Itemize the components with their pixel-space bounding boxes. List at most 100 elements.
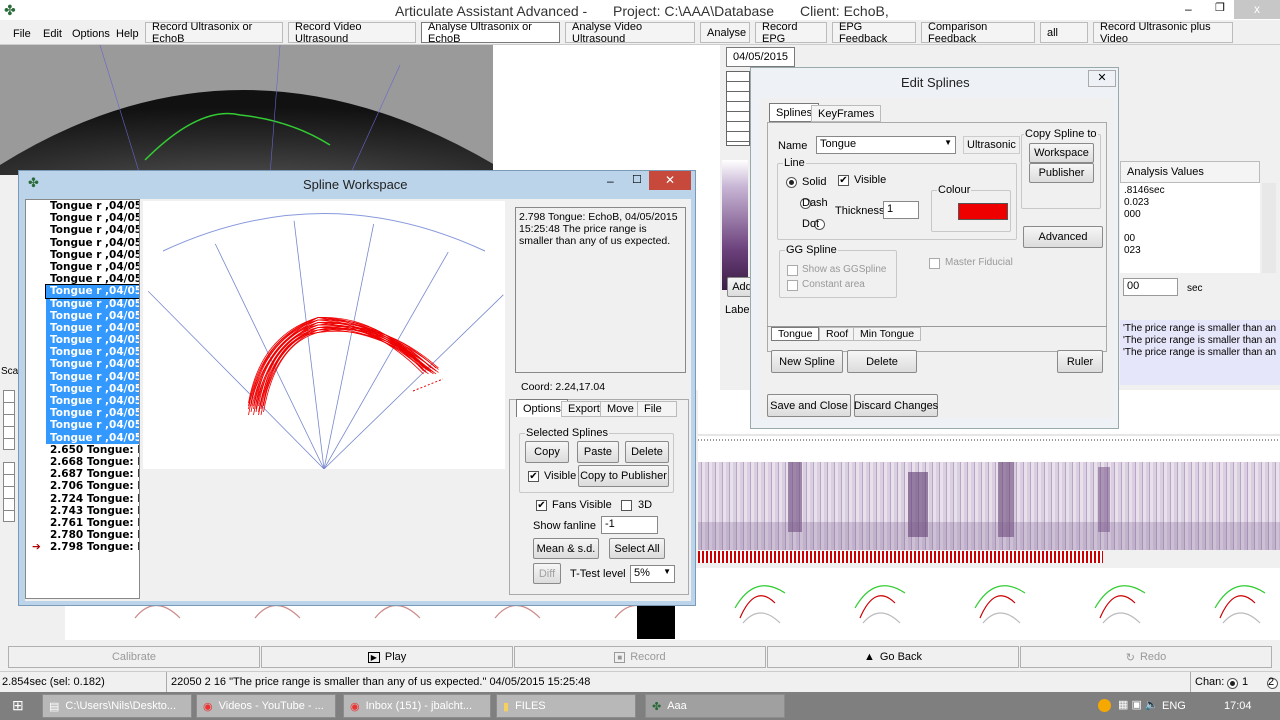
spline-list-item-selected[interactable]: Tongue r ,04/05.: [46, 419, 139, 432]
tab-all[interactable]: all: [1040, 22, 1088, 43]
taskbar-aaa[interactable]: ✤ Aaa: [645, 694, 785, 718]
tab-move[interactable]: Move: [600, 401, 641, 417]
spline-canvas[interactable]: [143, 201, 505, 470]
save-and-close-button[interactable]: Save and Close: [767, 394, 851, 417]
notes-list[interactable]: 'The price range is smaller than an 'The …: [1120, 320, 1280, 385]
tab-record-epg[interactable]: Record EPG: [755, 21, 827, 45]
record-button[interactable]: ■ Record: [514, 646, 766, 668]
spline-list-item[interactable]: 2.706 Tongue: Ec: [26, 480, 139, 492]
spline-list-item[interactable]: 2.798 Tongue: Ec➔: [26, 541, 139, 553]
tab-roof[interactable]: Roof: [819, 327, 856, 341]
redo-button[interactable]: ↻ Redo: [1020, 646, 1272, 668]
menu-file[interactable]: File: [13, 28, 31, 40]
spline-list-item-selected[interactable]: Tongue r ,04/05.: [46, 321, 139, 335]
spline-list-item[interactable]: 2.743 Tongue: Ec: [26, 505, 139, 517]
name-select[interactable]: Tongue ▼: [816, 136, 956, 154]
scale-buttons-upper[interactable]: [3, 390, 15, 450]
menu-options[interactable]: Options: [72, 28, 110, 40]
3d-checkbox[interactable]: [621, 500, 632, 511]
publisher-button[interactable]: Publisher: [1029, 163, 1094, 183]
tab-keyframes[interactable]: KeyFrames: [811, 105, 882, 122]
fanline-spinner[interactable]: -1: [601, 516, 658, 534]
constant-area-checkbox[interactable]: [787, 280, 798, 291]
visible-checkbox[interactable]: ✔: [528, 471, 539, 482]
spline-list-item[interactable]: Tongue r ,04/05.: [26, 249, 139, 261]
close-icon[interactable]: ✕: [649, 171, 691, 190]
paste-button[interactable]: Paste: [577, 441, 619, 463]
spline-list-item-selected[interactable]: Tongue r ,04/05.: [46, 431, 139, 444]
spline-list-item-selected[interactable]: Tongue r ,04/05.: [46, 382, 139, 395]
tab-min-tongue[interactable]: Min Tongue: [853, 327, 922, 341]
spline-list-item[interactable]: 2.761 Tongue: Ec: [26, 517, 139, 529]
scale-buttons-lower[interactable]: [3, 462, 15, 522]
spline-list-item[interactable]: 2.687 Tongue: Ec: [26, 468, 139, 480]
taskbar-youtube[interactable]: ◉ Videos - YouTube - ...: [196, 694, 336, 718]
tab-analyse[interactable]: Analyse: [700, 22, 750, 43]
spline-list-item[interactable]: Tongue r ,04/05.: [26, 224, 139, 236]
tab-epg-feedback[interactable]: EPG Feedback: [832, 21, 916, 45]
tab-record-video[interactable]: Record Video Ultrasound: [288, 21, 416, 45]
restore-icon[interactable]: ❐: [1215, 1, 1225, 14]
spline-list-item-selected[interactable]: Tongue r ,04/05.: [46, 395, 139, 408]
menu-edit[interactable]: Edit: [43, 28, 62, 40]
tab-analysis-values[interactable]: Analysis Values: [1120, 161, 1260, 183]
spline-list-item[interactable]: 2.724 Tongue: Ec: [26, 493, 139, 505]
spline-list-item[interactable]: Tongue r ,04/05.: [26, 261, 139, 273]
fans-visible-checkbox[interactable]: ✔: [536, 500, 547, 511]
taskbar-inbox[interactable]: ◉ Inbox (151) - jbalcht...: [343, 694, 491, 718]
line-visible-checkbox[interactable]: ✔: [838, 175, 849, 186]
spline-list-item-selected[interactable]: Tongue r ,04/05.: [46, 346, 139, 359]
solid-radio[interactable]: [786, 176, 797, 188]
go-back-button[interactable]: ▲ Go Back: [767, 646, 1019, 668]
calibrate-button[interactable]: Calibrate: [8, 646, 260, 668]
spline-list-item-selected[interactable]: Tongue r ,04/05.: [45, 284, 139, 299]
mean-sd-button[interactable]: Mean & s.d.: [533, 538, 599, 559]
maximize-icon[interactable]: ☐: [632, 173, 642, 186]
spline-list-item-selected[interactable]: Tongue r ,04/05.: [46, 334, 139, 347]
spline-list-item[interactable]: Tongue r ,04/05.: [26, 237, 139, 249]
workspace-button[interactable]: Workspace: [1029, 143, 1094, 163]
spline-list-item[interactable]: 2.780 Tongue: Ec: [26, 529, 139, 541]
spline-list-item[interactable]: Tongue r ,04/05.: [26, 273, 139, 285]
tab-record-ultrasonic-video[interactable]: Record Ultrasonic plus Video: [1093, 21, 1233, 45]
diff-button[interactable]: Diff: [533, 563, 561, 584]
menu-help[interactable]: Help: [116, 28, 139, 40]
close-icon[interactable]: x: [1234, 0, 1280, 19]
spline-list[interactable]: Tongue r ,04/05. Tongue r ,04/05. Tongue r…: [25, 199, 140, 599]
delete-button[interactable]: Delete: [625, 441, 669, 463]
date-tab[interactable]: 04/05/2015: [726, 47, 796, 67]
spline-list-item[interactable]: Tongue r ,04/05.: [26, 200, 139, 212]
spline-list-item-selected[interactable]: Tongue r ,04/05.: [46, 370, 139, 383]
spline-list-item-selected[interactable]: Tongue r ,04/05.: [46, 309, 139, 322]
close-icon[interactable]: ✕: [1088, 70, 1116, 87]
tray-app-icon[interactable]: [1098, 699, 1111, 712]
spline-list-item[interactable]: Tongue r ,04/05.: [26, 212, 139, 224]
play-button[interactable]: ▶ Play: [261, 646, 513, 668]
master-fiducial-checkbox[interactable]: [929, 258, 940, 269]
tab-analyse-video[interactable]: Analyse Video Ultrasound: [565, 21, 695, 45]
copy-to-publisher-button[interactable]: Copy to Publisher: [578, 465, 669, 487]
taskbar-files[interactable]: ▮ FILES: [496, 694, 636, 718]
windows-start-icon[interactable]: ⊞: [12, 697, 24, 714]
colour-swatch[interactable]: [958, 203, 1008, 220]
taskbar-explorer[interactable]: ▤ C:\Users\Nils\Deskto...: [42, 694, 192, 718]
key-grid[interactable]: [726, 71, 750, 146]
new-spline-button[interactable]: New Spline: [771, 350, 843, 373]
spline-list-item-selected[interactable]: Tongue r ,04/05.: [46, 358, 139, 371]
spline-list-item[interactable]: 2.668 Tongue: Ec: [26, 456, 139, 468]
thickness-spinner[interactable]: 1: [883, 201, 919, 219]
analysis-scrollbar[interactable]: [1262, 183, 1276, 273]
copy-button[interactable]: Copy: [525, 441, 569, 463]
clock[interactable]: 17:04: [1224, 700, 1252, 712]
minimize-icon[interactable]: –: [607, 174, 614, 188]
frame-markers[interactable]: [698, 551, 1103, 563]
duration-spinner[interactable]: 00: [1123, 278, 1178, 296]
spectrogram[interactable]: [698, 462, 1280, 550]
channel-1-radio[interactable]: [1227, 677, 1238, 689]
select-all-button[interactable]: Select All: [609, 538, 665, 559]
show-gg-checkbox[interactable]: [787, 265, 798, 276]
tab-comparison-feedback[interactable]: Comparison Feedback: [921, 21, 1035, 45]
spline-list-item-selected[interactable]: Tongue r ,04/05.: [46, 297, 139, 310]
tray-network-icon[interactable]: ▦ ▣ 🔈: [1118, 698, 1159, 711]
ruler-button[interactable]: Ruler: [1057, 350, 1103, 373]
